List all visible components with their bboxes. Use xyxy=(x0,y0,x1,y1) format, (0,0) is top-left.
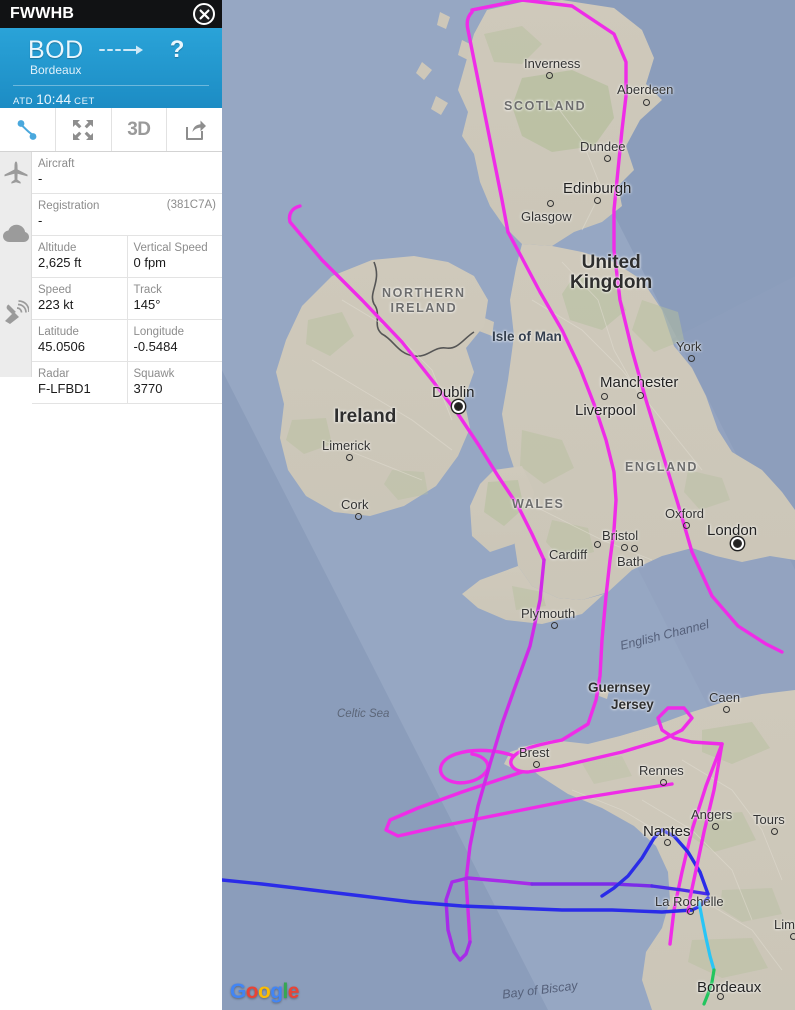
flight-trail xyxy=(222,0,784,1006)
city-dot xyxy=(637,392,644,399)
detail-cell-speed: Speed 223 kt xyxy=(32,278,127,319)
city-dot xyxy=(687,908,694,915)
route-header: BOD ? Bordeaux ATD 10:44 CET xyxy=(0,28,222,108)
altitude-label: Altitude xyxy=(38,242,77,254)
city-dot xyxy=(533,761,540,768)
mode-s-code: (381C7A) xyxy=(166,199,216,211)
latitude-value: 45.0506 xyxy=(38,339,85,354)
destination-airport-code[interactable]: ? xyxy=(144,36,185,64)
origin-airport-code[interactable]: BOD xyxy=(10,36,84,65)
city-dot xyxy=(660,779,667,786)
panel-toolbar: 3D xyxy=(0,108,222,152)
city-dot xyxy=(733,539,742,548)
google-letter-e: e xyxy=(287,980,300,1003)
detail-row-speed-track: Speed 223 kt Track 145° xyxy=(32,278,222,320)
city-dot xyxy=(547,200,554,207)
city-dot xyxy=(594,197,601,204)
city-dot xyxy=(594,541,601,548)
view-3d-button[interactable]: 3D xyxy=(111,108,168,151)
longitude-value: -0.5484 xyxy=(133,339,178,354)
city-dot xyxy=(643,99,650,106)
aircraft-icon xyxy=(3,160,29,191)
share-button[interactable] xyxy=(167,108,222,151)
city-dot xyxy=(604,155,611,162)
detail-rows: Aircraft - Registration (381C7A) - Altit… xyxy=(32,152,222,404)
panel-titlebar: FWWHB xyxy=(0,0,222,28)
city-dot xyxy=(454,402,463,411)
fit-zoom-button[interactable] xyxy=(55,108,112,151)
google-attribution[interactable]: Google xyxy=(230,980,299,1004)
city-dot xyxy=(355,513,362,520)
detail-row-aircraft: Aircraft - xyxy=(32,152,222,194)
detail-cell-track: Track 145° xyxy=(126,278,223,319)
detail-cell-altitude: Altitude 2,625 ft xyxy=(32,236,127,277)
track-label: Track xyxy=(133,284,162,296)
city-dot xyxy=(723,706,730,713)
detail-cell-radar: Radar F-LFBD1 xyxy=(32,362,127,403)
city-dot xyxy=(551,622,558,629)
atd-time: 10:44 xyxy=(36,91,72,107)
vertical-speed-label: Vertical Speed xyxy=(133,242,208,254)
detail-row-registration: Registration (381C7A) - xyxy=(32,194,222,236)
radar-value: F-LFBD1 xyxy=(38,381,91,396)
detail-cell-latitude: Latitude 45.0506 xyxy=(32,320,127,361)
speed-label: Speed xyxy=(38,284,72,296)
atd-label: ATD xyxy=(13,96,34,107)
map-canvas[interactable]: United Kingdom Ireland SCOTLAND NORTHERN IREL… xyxy=(222,0,795,1010)
city-dot xyxy=(346,454,353,461)
flightradar-window: United Kingdom Ireland SCOTLAND NORTHERN IREL… xyxy=(0,0,795,1010)
squawk-label: Squawk xyxy=(133,368,175,380)
origin-city-name: Bordeaux xyxy=(30,63,82,77)
cloud-icon xyxy=(3,224,29,249)
vertical-speed-value: 0 fpm xyxy=(133,255,167,270)
latitude-label: Latitude xyxy=(38,326,79,338)
track-value: 145° xyxy=(133,297,161,312)
google-letter-g2: g xyxy=(270,980,283,1003)
radar-label: Radar xyxy=(38,368,70,380)
close-icon[interactable] xyxy=(193,3,215,25)
detail-row-altitude-vspeed: Altitude 2,625 ft Vertical Speed 0 fpm xyxy=(32,236,222,278)
google-letter-g1: G xyxy=(230,980,246,1003)
city-dot xyxy=(688,355,695,362)
google-letter-o1: o xyxy=(245,980,259,1003)
detail-cell-longitude: Longitude -0.5484 xyxy=(126,320,223,361)
city-dot xyxy=(712,823,719,830)
city-dot xyxy=(771,828,778,835)
google-letter-o2: o xyxy=(257,980,271,1003)
detail-row-lat-lon: Latitude 45.0506 Longitude -0.5484 xyxy=(32,320,222,362)
route-path-button[interactable] xyxy=(0,108,56,151)
registration-value: - xyxy=(38,213,43,228)
atd-row: ATD 10:44 CET xyxy=(13,85,209,109)
panel-title: FWWHB xyxy=(10,5,75,22)
city-dot xyxy=(546,72,553,79)
detail-category-icons xyxy=(0,152,32,377)
view-3d-label: 3D xyxy=(127,118,151,140)
detail-cell-vertical-speed: Vertical Speed 0 fpm xyxy=(126,236,223,277)
aircraft-label: Aircraft xyxy=(38,158,75,170)
city-dot xyxy=(601,393,608,400)
atd-timezone: CET xyxy=(74,96,95,107)
compress-arrows-icon xyxy=(73,119,94,140)
flight-info-panel: FWWHB BOD ? Bordeaux ATD 10:44 CET 3D Ai… xyxy=(0,0,222,1010)
city-dot xyxy=(683,522,690,529)
city-dot xyxy=(621,544,628,551)
speed-value: 223 kt xyxy=(38,297,74,312)
radar-dish-icon xyxy=(3,299,30,330)
detail-row-radar-squawk: Radar F-LFBD1 Squawk 3770 xyxy=(32,362,222,404)
route-path-icon xyxy=(17,119,37,140)
city-dot xyxy=(790,933,795,940)
detail-cell-registration: Registration (381C7A) - xyxy=(32,194,222,235)
detail-cell-aircraft: Aircraft - xyxy=(32,152,222,193)
city-dot xyxy=(664,839,671,846)
share-icon xyxy=(185,120,206,140)
aircraft-value: - xyxy=(38,171,43,186)
route-arrow-icon xyxy=(84,43,144,57)
panel-body: Aircraft - Registration (381C7A) - Altit… xyxy=(0,152,222,404)
altitude-value: 2,625 ft xyxy=(38,255,82,270)
city-dot xyxy=(631,545,638,552)
detail-cell-squawk: Squawk 3770 xyxy=(126,362,223,403)
longitude-label: Longitude xyxy=(133,326,185,338)
city-dot xyxy=(717,993,724,1000)
squawk-value: 3770 xyxy=(133,381,163,396)
